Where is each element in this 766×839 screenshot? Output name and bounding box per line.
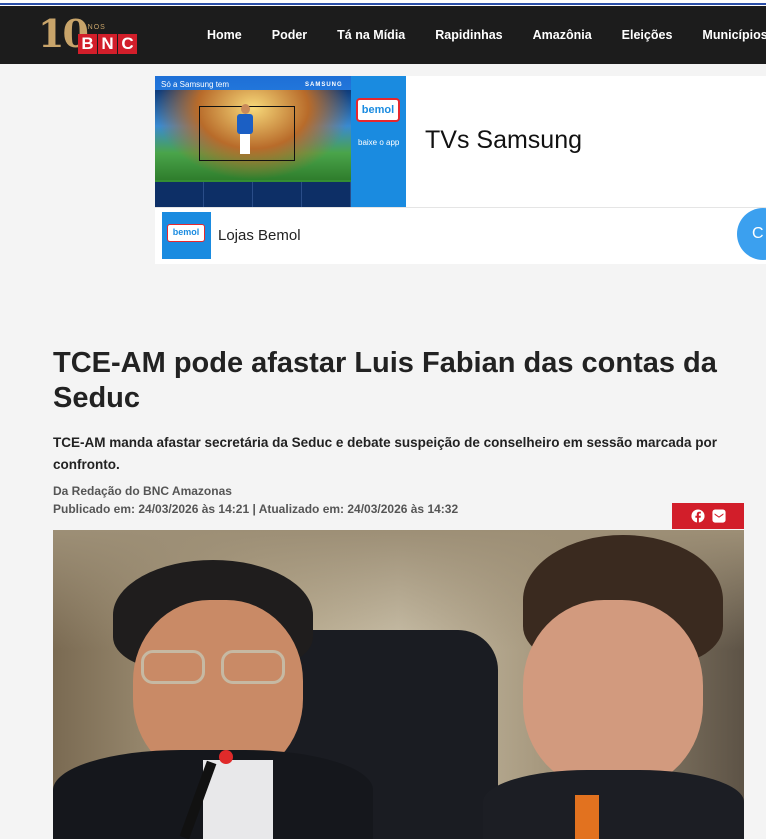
main-navbar: 10 ANOS B N C Home Poder Tá na Mídia Rap… xyxy=(0,6,766,64)
logo-bnc: B N C xyxy=(78,34,138,54)
app-download-text: baixe o app xyxy=(358,138,400,147)
article-dates: Publicado em: 24/03/2026 às 14:21 | Atua… xyxy=(53,502,459,516)
nav-menu: Home Poder Tá na Mídia Rapidinhas Amazôn… xyxy=(192,6,766,64)
ad-cta-button[interactable]: C xyxy=(737,208,766,260)
nav-municipios[interactable]: Municípios xyxy=(702,28,766,42)
logo-anos: ANOS xyxy=(82,24,106,31)
nav-ta-na-midia[interactable]: Tá na Mídia xyxy=(337,28,405,42)
ad-tagline: Só a Samsung tem xyxy=(161,80,230,89)
store-thumbnail[interactable]: bemol xyxy=(162,212,211,259)
soccer-player xyxy=(235,104,255,156)
nav-amazonia[interactable]: Amazônia xyxy=(533,28,592,42)
ad-features-strip xyxy=(155,182,351,207)
logo-letter-n: N xyxy=(98,34,117,54)
article-byline: Da Redação do BNC Amazonas xyxy=(53,484,232,498)
article-lead: TCE-AM manda afastar secretária da Seduc… xyxy=(53,435,718,472)
bnc-logo[interactable]: 10 ANOS B N C xyxy=(38,14,148,58)
nav-eleicoes[interactable]: Eleições xyxy=(622,28,673,42)
ad-title[interactable]: TVs Samsung xyxy=(425,126,582,155)
bemol-logo: bemol xyxy=(356,98,400,122)
nav-home[interactable]: Home xyxy=(207,28,242,42)
samsung-brand: SAMSUNG xyxy=(305,82,343,88)
bemol-mini-logo: bemol xyxy=(167,224,205,242)
ad-banner-image[interactable]: Só a Samsung tem SAMSUNG bemol baixe o a… xyxy=(155,76,406,207)
photo-tie xyxy=(575,795,599,839)
share-bar xyxy=(672,503,744,529)
facebook-icon[interactable] xyxy=(690,509,705,523)
article-photo xyxy=(53,530,744,839)
nav-rapidinhas[interactable]: Rapidinhas xyxy=(435,28,502,42)
ad-store-name[interactable]: Lojas Bemol xyxy=(218,227,301,244)
logo-letter-b: B xyxy=(78,34,97,54)
nav-poder[interactable]: Poder xyxy=(272,28,307,42)
twitter-icon[interactable] xyxy=(711,509,726,523)
logo-letter-c: C xyxy=(118,34,137,54)
photo-person-right xyxy=(523,600,703,790)
ad-divider xyxy=(155,207,766,208)
article-headline: TCE-AM pode afastar Luis Fabian das cont… xyxy=(53,347,717,414)
photo-glasses xyxy=(141,650,291,686)
ad-unit[interactable]: Só a Samsung tem SAMSUNG bemol baixe o a… xyxy=(155,76,766,264)
